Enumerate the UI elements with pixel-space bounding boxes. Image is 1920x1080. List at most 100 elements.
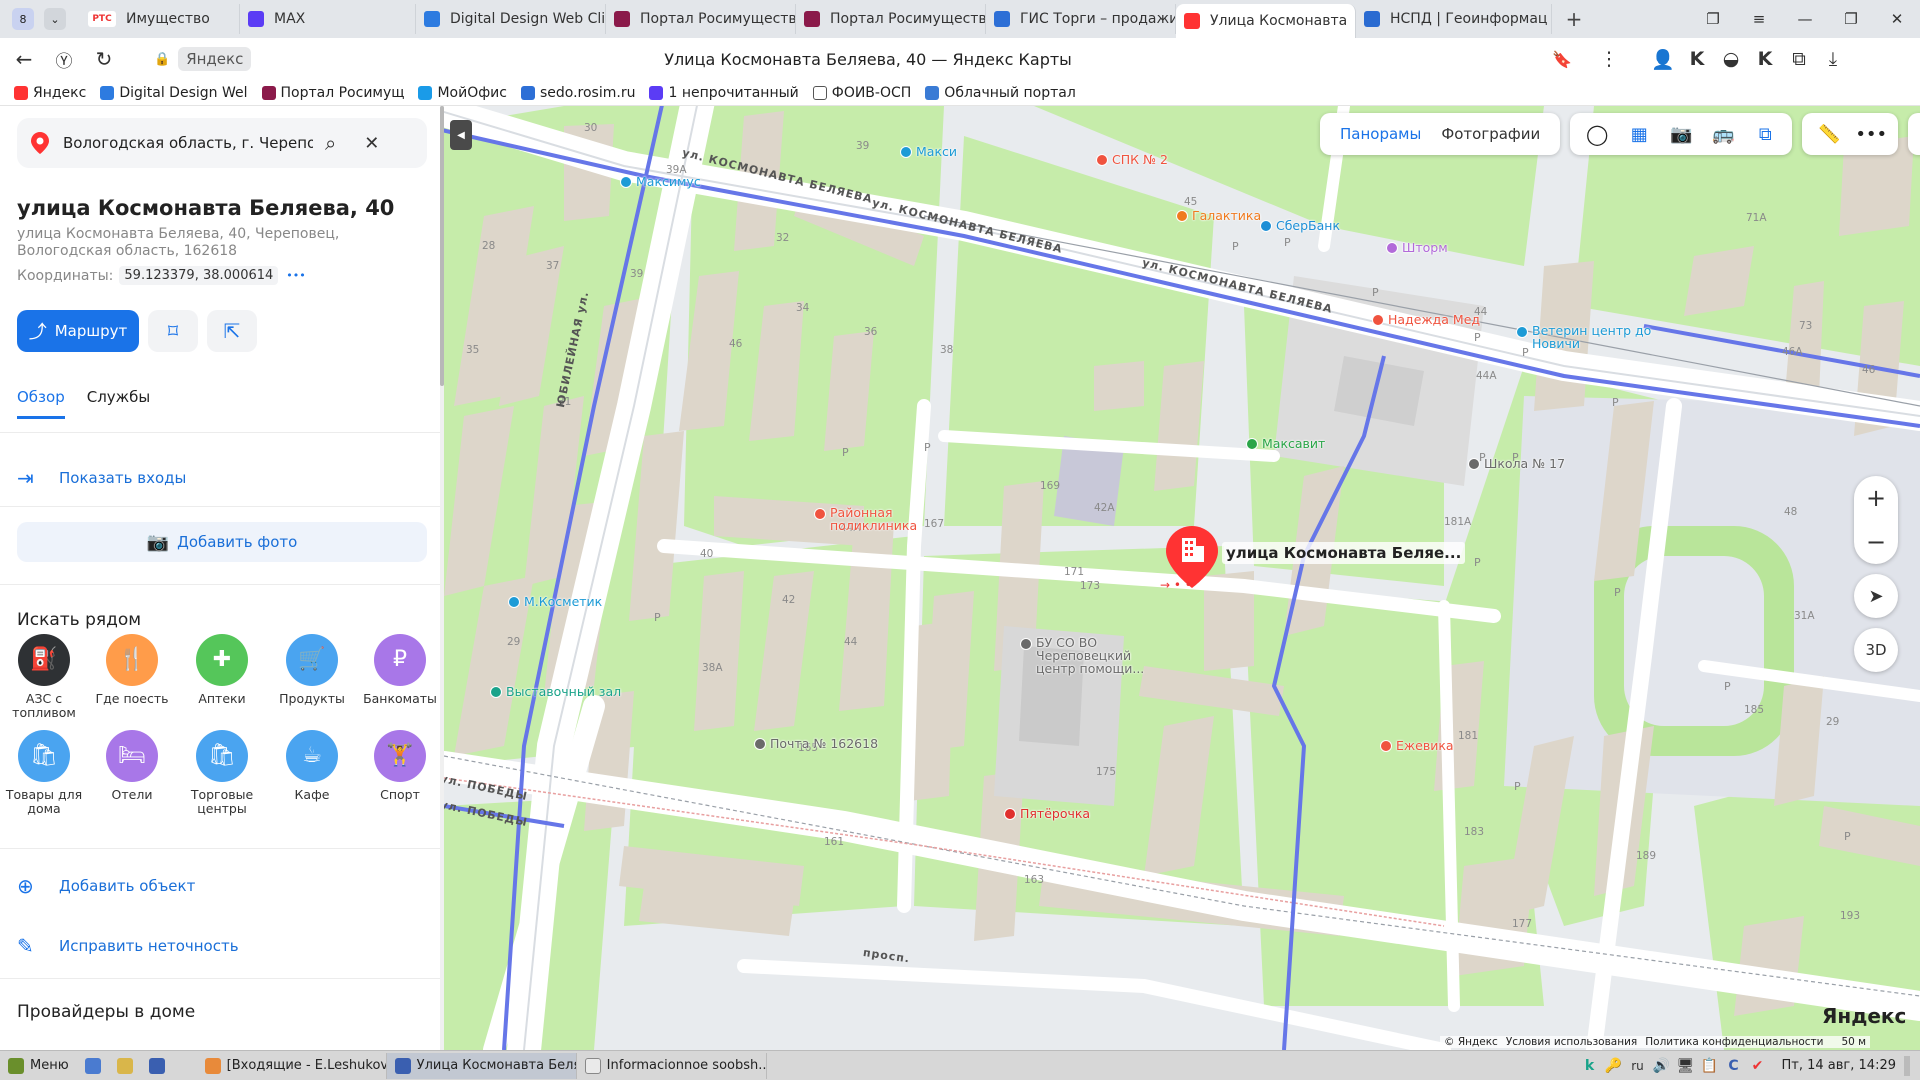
category-button[interactable]: 🛒 Продукты	[268, 634, 356, 706]
poi-marker[interactable]: Максимус	[620, 174, 701, 189]
photos-button[interactable]: Фотографии	[1431, 125, 1550, 143]
terms-link[interactable]: Условия использования	[1506, 1036, 1637, 1048]
coords-more-icon[interactable]: •••	[286, 269, 305, 282]
extension-hat-icon[interactable]: ◒	[1714, 42, 1748, 76]
downloads-icon[interactable]: ⤓	[1816, 42, 1850, 76]
poi-marker[interactable]: Районная поликлиника	[814, 506, 950, 532]
browser-tab[interactable]: Портал Росимуществ	[796, 4, 986, 34]
poi-marker[interactable]: Галактика	[1176, 208, 1261, 223]
add-object-link[interactable]: ⊕ Добавить объект	[17, 874, 195, 898]
url-field[interactable]: 🔒 Яндекс Улица Космонавта Беляева, 40 — …	[148, 44, 1588, 74]
privacy-link[interactable]: Политика конфиденциальности	[1645, 1036, 1823, 1048]
extension-user-icon[interactable]: 👤	[1646, 42, 1680, 76]
extension-k2-icon[interactable]: K	[1748, 42, 1782, 76]
file-manager-icon[interactable]	[115, 1053, 141, 1079]
my-location-button[interactable]: ➤	[1854, 574, 1898, 618]
clear-search-icon[interactable]: ✕	[364, 133, 379, 154]
back-icon[interactable]: ←	[4, 39, 44, 79]
tab-manager-icon[interactable]: ❐	[1690, 0, 1736, 38]
show-desktop-corner[interactable]	[1904, 1055, 1910, 1076]
poi-marker[interactable]: Пятёрочка	[1004, 806, 1090, 821]
category-button[interactable]: 🛍 Товары для дома	[0, 730, 88, 816]
camera-layer-icon[interactable]: 📷	[1660, 124, 1702, 145]
browser-tab[interactable]: РТС Имущество	[80, 4, 240, 34]
more-tools-icon[interactable]: •••	[1850, 124, 1892, 145]
ruler-icon[interactable]: 📏	[1808, 124, 1850, 145]
bookmark-item[interactable]: sedo.rosim.ru	[520, 85, 635, 101]
bookmark-button[interactable]: ⌑	[148, 310, 198, 352]
clock[interactable]: Пт, 14 авг, 14:29	[1782, 1058, 1896, 1073]
extension-k-icon[interactable]: K	[1680, 42, 1714, 76]
more-icon[interactable]: ⋮	[1592, 42, 1626, 76]
extensions-icon[interactable]: ⧉	[1782, 42, 1816, 76]
poi-marker[interactable]: Максавит	[1246, 436, 1325, 451]
bookmark-page-icon[interactable]: 🔖	[1552, 50, 1572, 69]
zoom-in-button[interactable]: +	[1854, 476, 1898, 520]
map-canvas[interactable]: PPPP PPPP PPPP PPPP 30 39А 39 45 28 37 39 32 71А…	[444, 106, 1920, 1050]
category-button[interactable]: ✚ Аптеки	[178, 634, 266, 706]
coords-value[interactable]: 59.123379, 38.000614	[119, 266, 279, 285]
show-entrances-link[interactable]: ⇥ Показать входы	[17, 466, 186, 490]
c-tray-icon[interactable]: C	[1722, 1054, 1746, 1078]
taskbar-window[interactable]: [Входящие - E.Leshukov...	[197, 1052, 387, 1079]
browser-tab[interactable]: MAX	[240, 4, 416, 34]
poi-marker[interactable]: Школа № 17	[1468, 456, 1565, 471]
language-indicator[interactable]: ru	[1626, 1054, 1650, 1078]
browser-tab[interactable]: ГИС Торги – продажи	[986, 4, 1176, 34]
category-button[interactable]: ⛽ АЗС с топливом	[0, 634, 88, 720]
browser-menu-icon[interactable]: ≡	[1736, 0, 1782, 38]
volume-icon[interactable]: 🔊	[1650, 1054, 1674, 1078]
tab-overview[interactable]: Обзор	[17, 388, 65, 419]
browser-tab[interactable]: Digital Design Web Clie	[416, 4, 606, 34]
poi-marker[interactable]: Выставочный зал	[490, 684, 621, 699]
map-menu-button[interactable]: ≡	[1908, 113, 1920, 155]
poi-marker[interactable]: СПК № 2	[1096, 152, 1168, 167]
poi-marker[interactable]: БУ СО ВО Череповецкий центр помощи...	[1020, 636, 1156, 675]
new-tab-button[interactable]: +	[1560, 5, 1588, 33]
network-icon[interactable]: 🖥	[1674, 1054, 1698, 1078]
browser-tab[interactable]: Улица Космонавта✕	[1176, 4, 1356, 38]
minimize-icon[interactable]: —	[1782, 0, 1828, 38]
panoramas-button[interactable]: Панорамы	[1330, 125, 1431, 143]
browser-tab[interactable]: Портал Росимуществ	[606, 4, 796, 34]
category-button[interactable]: ₽ Банкоматы	[356, 634, 444, 706]
scheme-layer-icon[interactable]: ⧉	[1744, 124, 1786, 145]
search-icon[interactable]: ⌕	[325, 131, 336, 155]
yandex-home-icon[interactable]: Ⓨ	[44, 39, 84, 79]
taskbar-window[interactable]: Informacionnoe soobsh...	[577, 1052, 767, 1079]
bookmark-item[interactable]: Digital Design Wel	[100, 85, 248, 101]
add-photo-button[interactable]: 📷 Добавить фото	[17, 522, 427, 562]
selected-place-label[interactable]: улица Космонавта Беляе...	[1222, 542, 1466, 564]
zoom-out-button[interactable]: −	[1854, 520, 1898, 564]
yandex-browser-launch-icon[interactable]	[141, 1053, 179, 1079]
taskbar-window[interactable]: Улица Космонавта Беля...	[386, 1052, 577, 1079]
tabs-dropdown-icon[interactable]: ⌄	[44, 8, 66, 30]
bookmark-item[interactable]: Яндекс	[14, 85, 86, 101]
browser-tab[interactable]: НСПД | Геоинформац	[1356, 4, 1552, 34]
key-tray-icon[interactable]: 🔑	[1602, 1054, 1626, 1078]
start-menu-button[interactable]: Меню	[0, 1053, 77, 1079]
poi-marker[interactable]: Ветерин центр до Новичи	[1516, 324, 1652, 350]
bookmark-item[interactable]: 1 непрочитанный	[649, 85, 799, 101]
restore-icon[interactable]: ❐	[1828, 0, 1874, 38]
collapse-panel-button[interactable]: ◀	[450, 120, 472, 150]
reload-icon[interactable]: ↻	[84, 39, 124, 79]
show-desktop-icon[interactable]	[77, 1053, 115, 1079]
traffic-layer-icon[interactable]: ◯	[1576, 122, 1618, 146]
close-tab-icon[interactable]: ✕	[1347, 12, 1355, 30]
3d-button[interactable]: 3D	[1854, 628, 1898, 672]
close-window-icon[interactable]: ✕	[1874, 0, 1920, 38]
poi-marker[interactable]: СберБанк	[1260, 218, 1340, 233]
antivirus-tray-icon[interactable]: ✔	[1746, 1054, 1770, 1078]
category-button[interactable]: 🛏 Отели	[88, 730, 176, 802]
tab-counter[interactable]: 8	[12, 8, 34, 30]
category-button[interactable]: 🏋 Спорт	[356, 730, 444, 802]
bookmark-item[interactable]: Портал Росимущ	[261, 85, 404, 101]
share-button[interactable]: ⇱	[207, 310, 257, 352]
transit-layer-icon[interactable]: 🚌	[1702, 124, 1744, 145]
fix-error-link[interactable]: ✎ Исправить неточность	[17, 934, 239, 958]
category-button[interactable]: 🛍 Торговые центры	[178, 730, 266, 816]
poi-marker[interactable]: Надежда Мед	[1372, 312, 1480, 327]
category-button[interactable]: ☕ Кафе	[268, 730, 356, 802]
clipboard-icon[interactable]: 📋	[1698, 1054, 1722, 1078]
